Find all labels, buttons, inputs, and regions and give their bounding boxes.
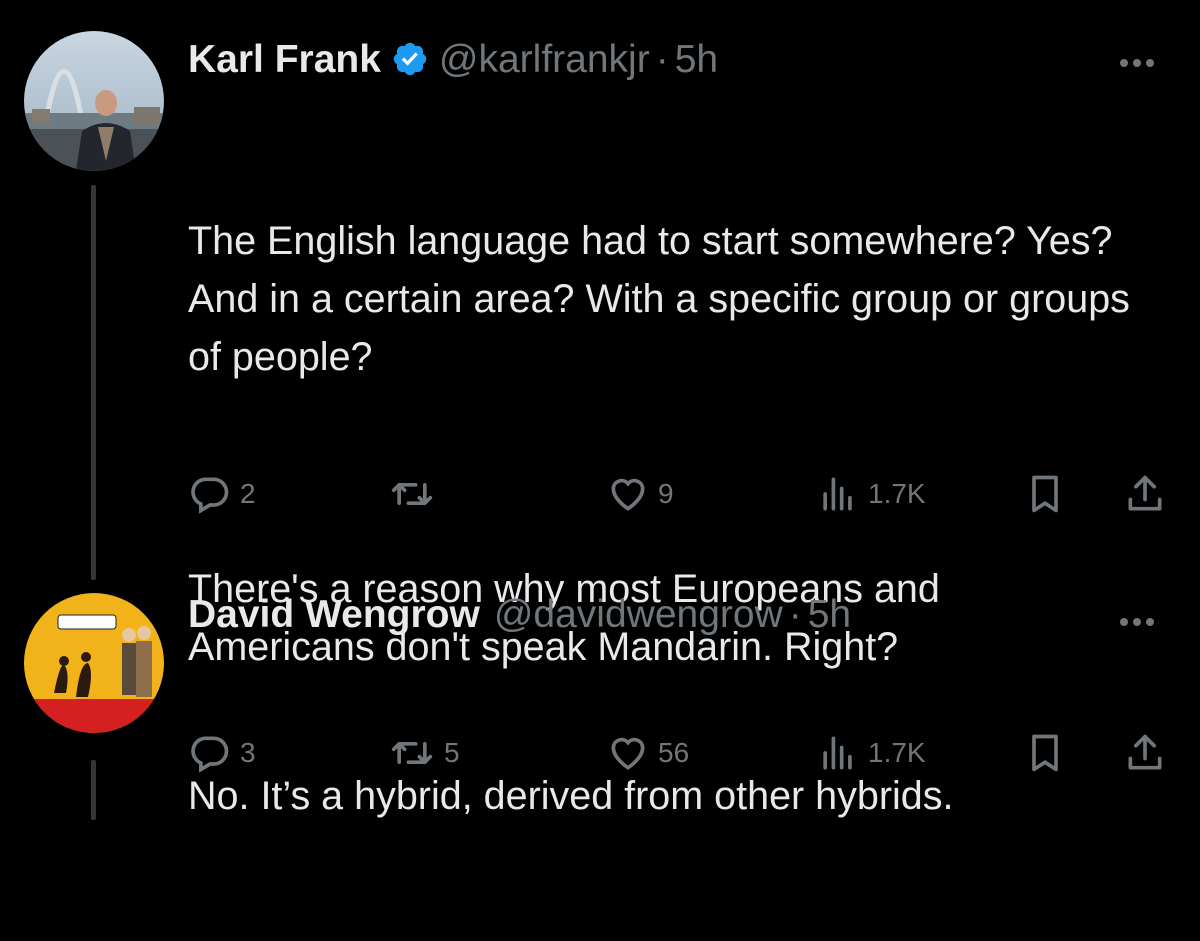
more-options-icon[interactable] [1120,54,1164,67]
tweet-timestamp[interactable]: 5h [675,38,718,82]
like-count: 9 [658,478,674,509]
views-icon [823,736,852,770]
avatar-david-wengrow[interactable] [24,593,164,733]
tweet-text: No. It’s a hybrid, derived from other hy… [188,651,1178,941]
reply-icon [191,736,229,773]
bookmark-icon [1032,475,1058,513]
repost-icon [391,483,433,505]
author-handle[interactable]: @davidwengrow [494,593,783,637]
repost-icon [391,742,433,764]
views-button[interactable]: 1.7K [816,731,926,775]
more-options-icon[interactable] [1120,613,1164,626]
like-button[interactable]: 9 [606,472,674,516]
tweet-header: Karl Frank @karlfrankjr · 5h [188,34,718,82]
bookmark-button[interactable] [1023,472,1067,516]
reply-button[interactable]: 3 [188,731,256,775]
separator-dot: · [655,38,669,81]
bookmark-button[interactable] [1023,731,1067,775]
like-button[interactable]: 56 [606,731,689,775]
tweet-david-wengrow[interactable]: David Wengrow @davidwengrow · 5h No. It’… [0,585,1200,818]
tweet-timestamp[interactable]: 5h [808,593,851,637]
repost-button[interactable] [388,472,444,516]
views-button[interactable]: 1.7K [816,472,926,516]
tweet-actions: 2 9 1.7K [188,472,1173,522]
bookmark-icon [1032,734,1058,772]
author-handle[interactable]: @karlfrankjr [439,38,650,82]
separator-dot: · [788,593,802,636]
reply-count: 3 [240,737,256,768]
view-count: 1.7K [868,478,926,509]
repost-button[interactable]: 5 [388,731,460,775]
like-icon [611,478,645,511]
view-count: 1.7K [868,737,926,768]
tweet-actions: 3 5 56 1.7K [188,731,1173,781]
share-button[interactable] [1123,472,1167,516]
author-name[interactable]: David Wengrow [188,593,480,637]
views-icon [823,477,852,511]
reply-icon [191,477,229,514]
verified-badge-icon [391,40,429,78]
tweet-paragraph: The English language had to start somewh… [188,219,1141,379]
like-count: 56 [658,737,690,768]
avatar-karl-frank[interactable] [24,31,164,171]
share-icon [1128,475,1162,511]
tweet-header: David Wengrow @davidwengrow · 5h [188,593,851,637]
tweet-karl-frank[interactable]: Karl Frank @karlfrankjr · 5h The English… [0,0,1200,669]
reply-count: 2 [240,478,256,509]
reply-button[interactable]: 2 [188,472,256,516]
share-button[interactable] [1123,731,1167,775]
like-icon [611,737,645,770]
share-icon [1128,734,1162,770]
author-name[interactable]: Karl Frank [188,38,381,82]
repost-count: 5 [444,737,460,768]
